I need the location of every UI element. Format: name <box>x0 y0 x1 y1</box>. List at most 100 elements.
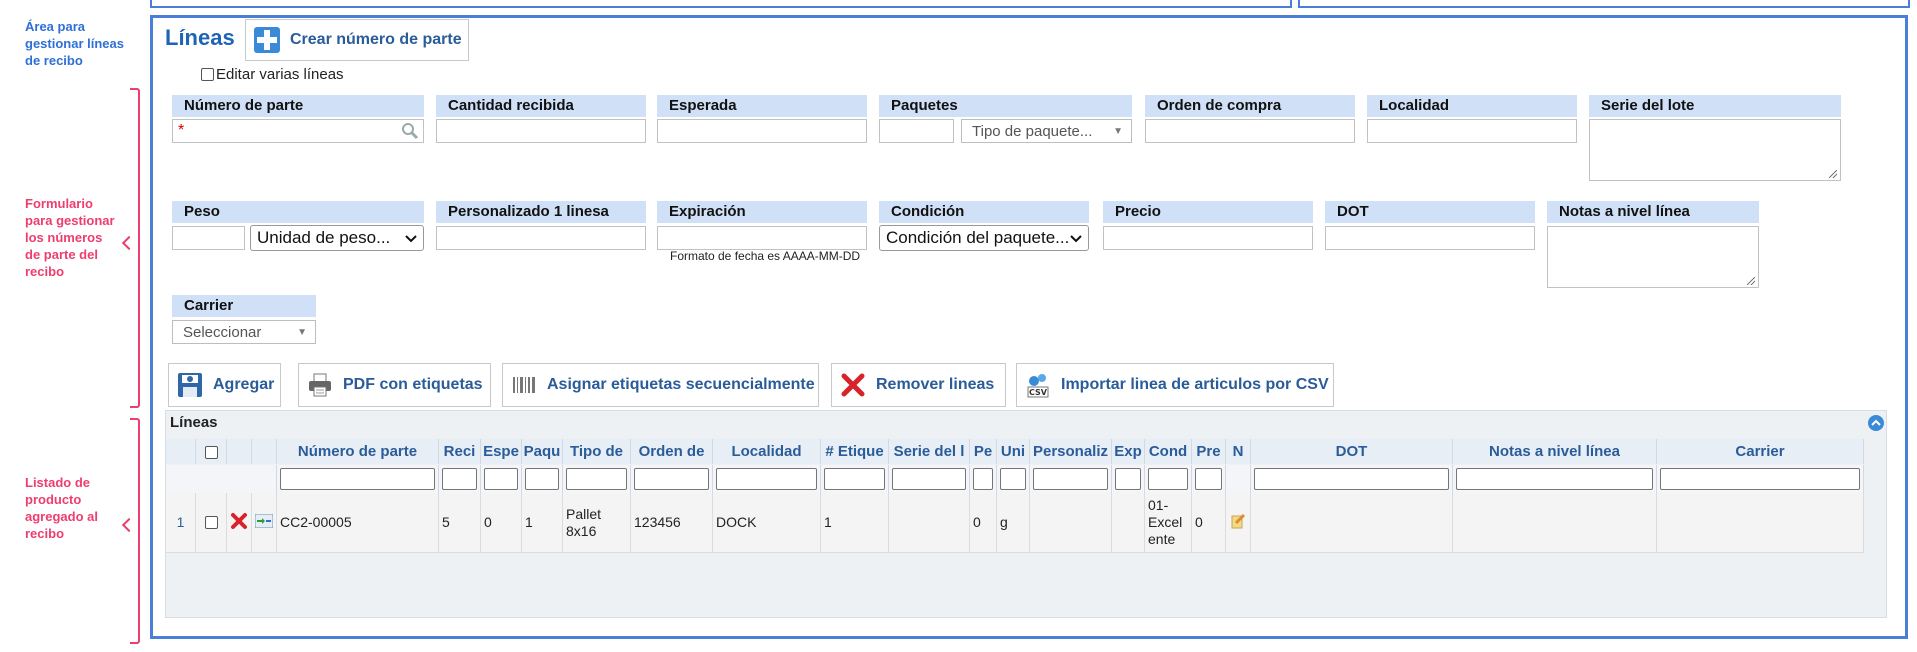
resize-grip-icon[interactable] <box>1747 277 1755 285</box>
weight-input[interactable] <box>172 226 245 250</box>
grid-header-packages[interactable]: Paqu <box>522 439 563 464</box>
line-notes-textarea[interactable] <box>1547 226 1759 288</box>
edit-multiple-checkbox[interactable] <box>201 68 214 81</box>
weight-label: Peso <box>172 201 424 223</box>
row-price: 0 <box>1192 493 1226 553</box>
row-weight: 0 <box>970 493 997 553</box>
condition-select[interactable]: Condición del paquete... <box>879 225 1089 251</box>
filter-purchase-order-input[interactable] <box>634 468 709 490</box>
row-lot-serial <box>889 493 970 553</box>
grid-header-expected[interactable]: Espe <box>481 439 522 464</box>
grid-header-purchase-order[interactable]: Orden de <box>631 439 713 464</box>
collapse-icon[interactable] <box>1868 415 1884 431</box>
search-icon[interactable] <box>401 122 419 144</box>
grid-header-weight[interactable]: Pe <box>970 439 997 464</box>
add-button[interactable]: Agregar <box>168 363 281 407</box>
grid-header-package-type[interactable]: Tipo de <box>563 439 631 464</box>
filter-dot <box>1251 465 1453 493</box>
create-part-label: Crear número de parte <box>290 31 462 48</box>
filter-carrier-input[interactable] <box>1660 468 1860 490</box>
grid-header-notes-flag[interactable]: N <box>1226 439 1251 464</box>
qty-received-input[interactable] <box>436 119 646 143</box>
split-row-icon[interactable] <box>254 513 274 532</box>
row-delete-cell[interactable] <box>227 493 252 553</box>
select-all-checkbox[interactable] <box>204 445 218 459</box>
delete-row-icon[interactable] <box>230 512 248 534</box>
lot-serial-textarea[interactable] <box>1589 119 1841 181</box>
row-select-cell[interactable] <box>196 493 227 553</box>
filter-packages <box>522 465 563 493</box>
filter-package-type-input[interactable] <box>566 468 627 490</box>
pdf-labels-label: PDF con etiquetas <box>343 376 483 393</box>
carrier-select[interactable]: Seleccionar ▼ <box>172 320 316 344</box>
purchase-order-input[interactable] <box>1145 119 1355 143</box>
filter-price-input[interactable] <box>1195 468 1222 490</box>
save-icon <box>177 372 203 398</box>
assign-seq-label: Asignar etiquetas secuencialmente <box>547 376 815 393</box>
filter-carrier <box>1657 465 1864 493</box>
filter-custom-input[interactable] <box>1033 468 1108 490</box>
grid-header-received[interactable]: Reci <box>439 439 481 464</box>
grid-header-dot[interactable]: DOT <box>1251 439 1453 464</box>
filter-location-input[interactable] <box>716 468 817 490</box>
packages-input[interactable] <box>879 119 954 143</box>
filter-unit-input[interactable] <box>1000 468 1026 490</box>
row-checkbox[interactable] <box>204 516 218 529</box>
filter-received-input[interactable] <box>442 468 477 490</box>
edit-multiple-row[interactable]: Editar varias líneas <box>201 66 344 83</box>
chevron-down-icon <box>1070 228 1082 248</box>
custom1-input[interactable] <box>436 226 646 250</box>
filter-expected-input[interactable] <box>484 468 518 490</box>
grid-header-select[interactable] <box>196 439 227 464</box>
expiration-input[interactable] <box>657 226 867 250</box>
grid-header-expiration[interactable]: Exp <box>1112 439 1145 464</box>
row-notes-cell[interactable] <box>1226 493 1251 553</box>
part-number-input[interactable]: * <box>172 119 424 143</box>
grid-header-location[interactable]: Localidad <box>713 439 821 464</box>
row-split-cell[interactable] <box>252 493 277 553</box>
row-condition: 01-Excel ente <box>1145 493 1192 553</box>
dot-input[interactable] <box>1325 226 1535 250</box>
grid-header-carrier[interactable]: Carrier <box>1657 439 1864 464</box>
filter-dot-input[interactable] <box>1254 468 1449 490</box>
row-expected: 0 <box>481 493 522 553</box>
filter-expiration-input[interactable] <box>1115 468 1141 490</box>
weight-unit-select[interactable]: Unidad de peso... <box>250 225 424 251</box>
remove-lines-button[interactable]: Remover lineas <box>831 363 1006 407</box>
assign-seq-button[interactable]: Asignar etiquetas secuencialmente <box>502 363 819 407</box>
price-input[interactable] <box>1103 226 1313 250</box>
package-type-select[interactable]: Tipo de paquete... ▼ <box>961 119 1132 143</box>
filter-purchase-order <box>631 465 713 493</box>
grid-header-labels[interactable]: # Etique <box>821 439 889 464</box>
barcode-icon <box>511 372 537 398</box>
expected-input[interactable] <box>657 119 867 143</box>
import-csv-button[interactable]: CSV Importar linea de articulos por CSV <box>1016 363 1334 407</box>
grid-header-custom[interactable]: Personaliz <box>1030 439 1112 464</box>
grid-header-line-notes[interactable]: Notas a nivel línea <box>1453 439 1657 464</box>
weight-unit-value: Unidad de peso... <box>257 228 391 247</box>
filter-part-number <box>277 465 439 493</box>
location-input[interactable] <box>1367 119 1577 143</box>
grid-header-unit[interactable]: Uni <box>997 439 1030 464</box>
resize-grip-icon[interactable] <box>1829 170 1837 178</box>
filter-packages-input[interactable] <box>525 468 559 490</box>
filter-condition-input[interactable] <box>1148 468 1188 490</box>
filter-part-number-input[interactable] <box>280 468 435 490</box>
filter-package-type <box>563 465 631 493</box>
grid-header-part-number[interactable]: Número de parte <box>277 439 439 464</box>
filter-unit <box>997 465 1030 493</box>
grid-header-lot-serial[interactable]: Serie del l <box>889 439 970 464</box>
pdf-labels-button[interactable]: PDF con etiquetas <box>298 363 491 407</box>
grid-header-condition[interactable]: Cond <box>1145 439 1192 464</box>
expiration-label: Expiración <box>657 201 867 223</box>
filter-lot-serial-input[interactable] <box>892 468 966 490</box>
filter-weight-input[interactable] <box>973 468 993 490</box>
required-mark: * <box>178 122 185 139</box>
create-part-button[interactable]: Crear número de parte <box>245 19 469 61</box>
grid-header-price[interactable]: Pre <box>1192 439 1226 464</box>
filter-labels-input[interactable] <box>824 468 885 490</box>
plus-icon <box>254 27 280 53</box>
row-part-number: CC2-00005 <box>277 493 439 553</box>
note-pencil-icon[interactable] <box>1230 513 1246 533</box>
filter-line-notes-input[interactable] <box>1456 468 1653 490</box>
